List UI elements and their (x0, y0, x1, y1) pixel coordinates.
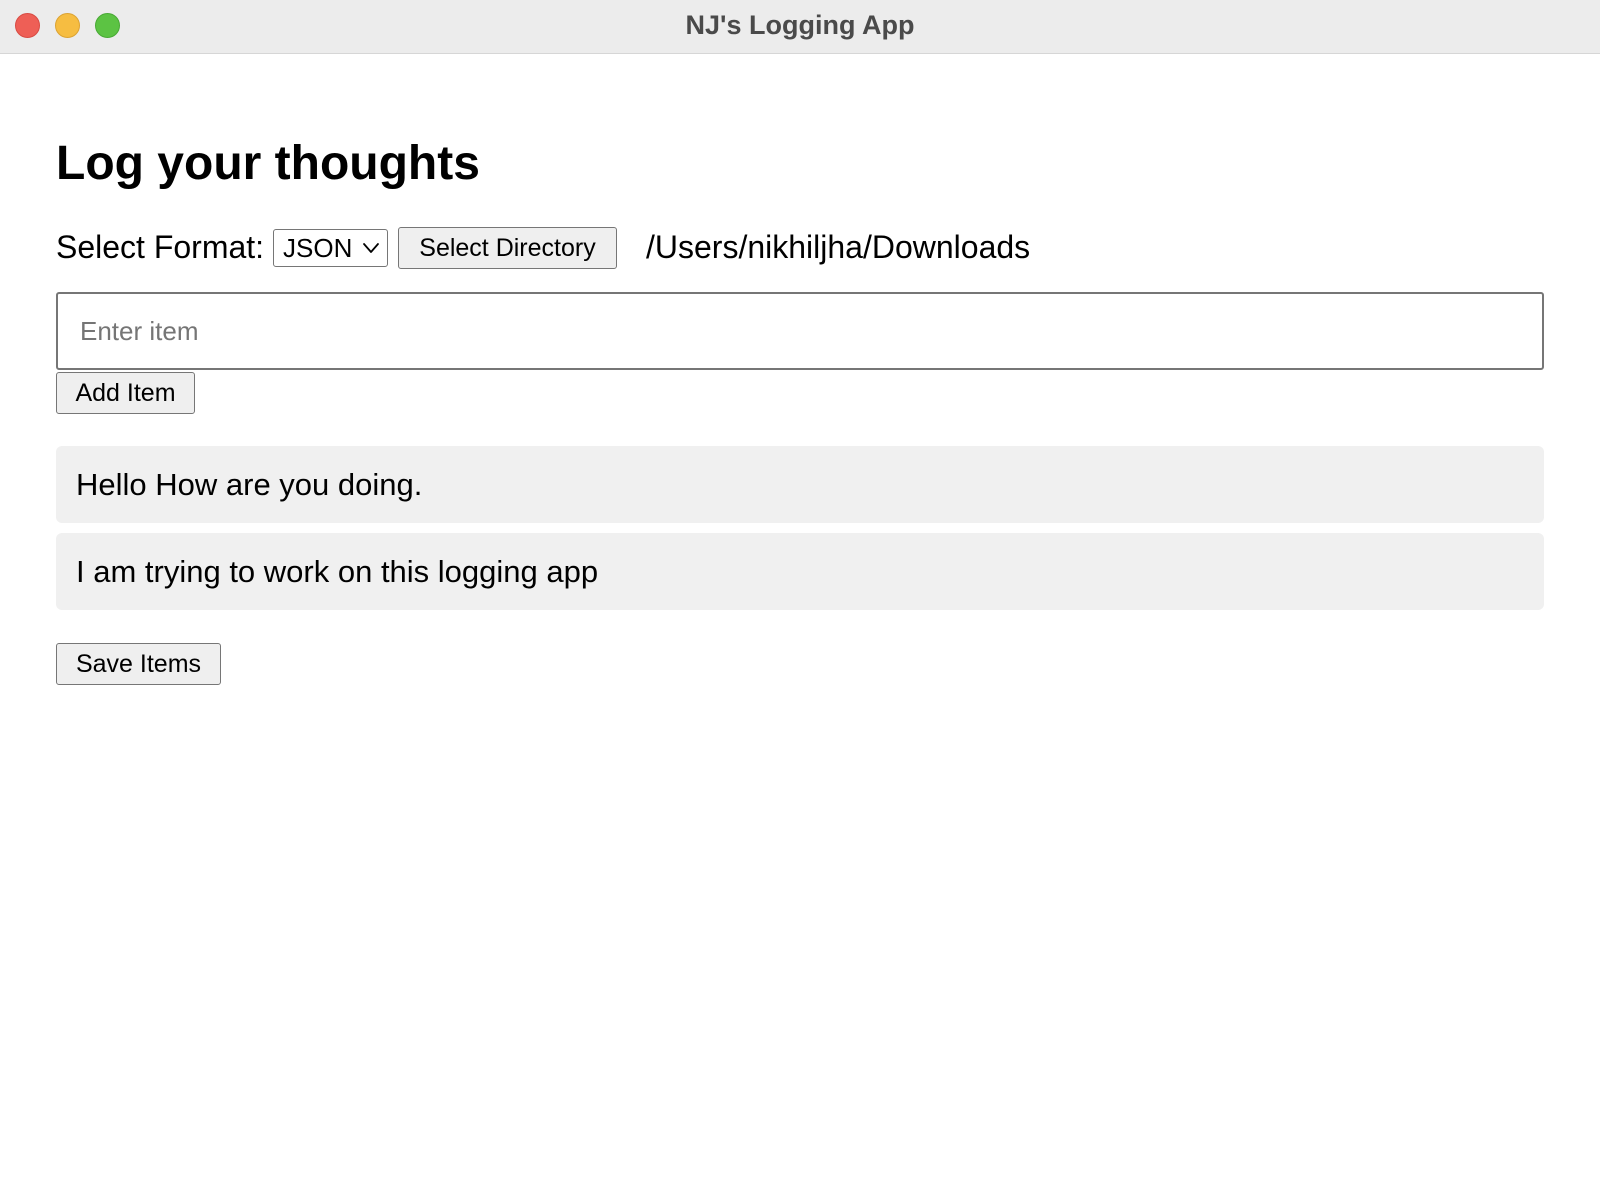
add-item-button[interactable]: Add Item (56, 372, 195, 414)
items-list: Hello How are you doing. I am trying to … (56, 446, 1544, 620)
chevron-down-icon (363, 243, 379, 253)
format-row: Select Format: JSON Select Directory /Us… (56, 226, 1544, 269)
page-title: Log your thoughts (56, 137, 480, 190)
app-window: NJ's Logging App Log your thoughts Selec… (0, 0, 1600, 1200)
format-label: Select Format: (56, 229, 265, 265)
save-items-button[interactable]: Save Items (56, 643, 221, 685)
select-directory-button[interactable]: Select Directory (398, 227, 617, 269)
title-bar: NJ's Logging App (0, 0, 1600, 54)
item-input[interactable] (56, 292, 1544, 370)
list-item: I am trying to work on this logging app (56, 533, 1544, 610)
directory-path: /Users/nikhiljha/Downloads (646, 229, 1031, 265)
format-select[interactable]: JSON (273, 229, 388, 267)
window-title: NJ's Logging App (685, 10, 915, 40)
list-item: Hello How are you doing. (56, 446, 1544, 523)
format-select-value: JSON (283, 233, 353, 263)
